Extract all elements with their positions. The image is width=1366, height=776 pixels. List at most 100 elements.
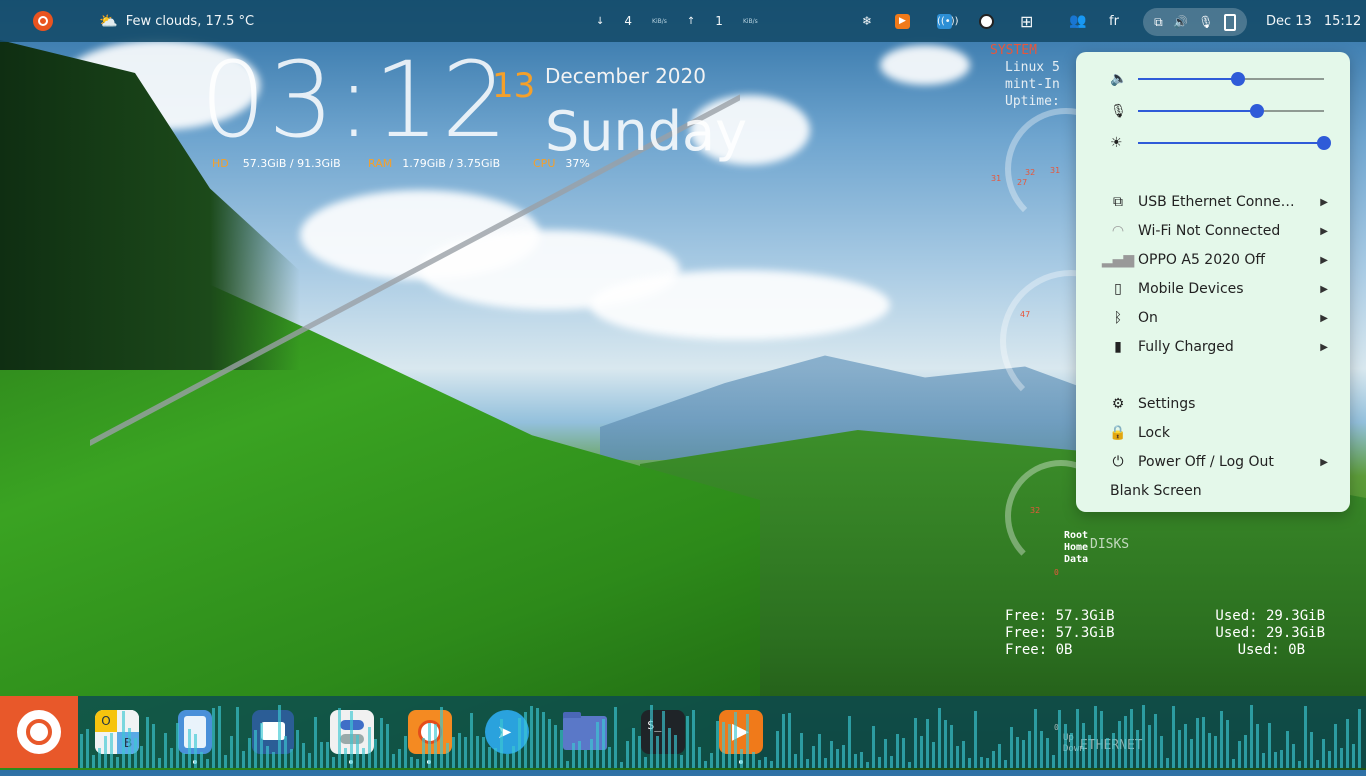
visualizer-bar [968, 758, 971, 768]
temp-value: 27 [1017, 178, 1028, 187]
clock-desklet-month-year: December 2020 [545, 64, 706, 88]
microphone-icon: 🎙 [1198, 15, 1214, 29]
visualizer-bar [104, 736, 107, 768]
visualizer-bar [248, 738, 251, 768]
visualizer-bar [152, 724, 155, 768]
visualizer-bar [98, 748, 101, 768]
visualizer-bar [482, 737, 485, 768]
ram-label: RAM [368, 157, 393, 170]
menu-item-bluetooth[interactable]: ᛒ On ▶ [1110, 307, 1328, 329]
visualizer-bar [548, 719, 551, 768]
snowflake-icon[interactable]: ❄ [862, 0, 872, 42]
disk-row: Free: 57.3GiB Used: 29.3GiB [1005, 625, 1325, 642]
mic-slider-row[interactable]: 🎙 [1110, 101, 1127, 121]
volume-slider-fill [1138, 78, 1239, 80]
radio-tray-icon[interactable]: ((•)) [937, 0, 959, 42]
visualizer-bar [488, 747, 491, 768]
mic-slider-knob[interactable] [1250, 104, 1265, 118]
visualizer-bar [1112, 733, 1115, 768]
brightness-slider-row[interactable]: ☀ [1110, 133, 1123, 153]
visualizer-bar [758, 760, 761, 768]
visualizer-bar [212, 708, 215, 768]
visualizer-bar [350, 711, 353, 768]
dock-screenshot-app[interactable] [252, 710, 294, 754]
visualizer-bar [1028, 731, 1031, 768]
visualizer-bar [170, 748, 173, 768]
menu-item-settings[interactable]: ⚙ Settings [1110, 393, 1328, 415]
cpu-value: 37% [565, 157, 590, 170]
system-status-area[interactable]: ⧉ 🔊 🎙 [1143, 8, 1247, 36]
alarm-clock-icon[interactable] [979, 0, 994, 42]
menu-item-wifi[interactable]: ◠ Wi-Fi Not Connected ▶ [1110, 220, 1328, 242]
mobile-devices-icon: ▯ [1114, 281, 1122, 297]
visualizer-bar [230, 736, 233, 768]
visualizer-bar [608, 747, 611, 768]
ubuntu-icon [33, 11, 53, 31]
dock-telegram-app[interactable]: ➤ [485, 710, 529, 754]
visualizer-bar [962, 741, 965, 768]
keyboard-layout[interactable]: fr [1109, 0, 1119, 42]
temp-value: 47 [1020, 310, 1031, 319]
system-title: SYSTEM [990, 43, 1037, 58]
volume-slider-row[interactable]: 🔈 [1110, 69, 1127, 89]
dock-files-app[interactable] [563, 712, 607, 750]
media-player-tray-icon[interactable]: ▶ [895, 0, 910, 42]
menu-item-blank-screen[interactable]: Blank Screen [1110, 480, 1328, 502]
visualizer-bar [428, 723, 431, 768]
visualizer-bar [536, 708, 539, 768]
weather-applet[interactable]: ⛅ Few clouds, 17.5 °C [99, 0, 254, 42]
visualizer-bar [326, 742, 329, 768]
menu-item-lock[interactable]: 🔒 Lock [1109, 422, 1328, 444]
gear-icon: ⚙ [1111, 396, 1125, 412]
menu-item-power[interactable]: ⏻ Power Off / Log Out ▶ [1110, 451, 1328, 473]
dock-menu-button[interactable] [0, 696, 78, 768]
visualizer-bar [1052, 755, 1055, 768]
visualizer-bar [1070, 733, 1073, 768]
disk-usage-table: Free: 57.3GiB Used: 29.3GiB Free: 57.3Gi… [1005, 608, 1325, 659]
dock-office-app[interactable]: O B [95, 710, 139, 754]
power-icon: ⏻ [1112, 454, 1124, 470]
visualizer-bar [1094, 706, 1097, 768]
disk-free: Free: 57.3GiB [1005, 625, 1115, 641]
visualizer-bar [140, 746, 143, 768]
visualizer-bar [842, 745, 845, 768]
menu-item-mobile-broadband[interactable]: ▂▄▆ OPPO A5 2020 Off ▶ [1102, 249, 1328, 271]
mic-slider[interactable] [1138, 104, 1324, 118]
workspace-grid-icon[interactable]: ⊞ [1020, 0, 1033, 42]
visualizer-bar [788, 713, 791, 768]
brightness-slider-knob[interactable] [1317, 136, 1331, 150]
submenu-arrow-icon: ▶ [1320, 312, 1328, 324]
volume-slider-knob[interactable] [1231, 72, 1246, 86]
brightness-slider[interactable] [1138, 136, 1331, 150]
visualizer-bar [806, 759, 809, 768]
visualizer-bar [1262, 753, 1265, 768]
datetime-applet[interactable]: Dec 13 15:12 [1266, 0, 1361, 42]
menu-button[interactable] [33, 0, 53, 42]
menu-item-mobile-devices[interactable]: ▯ Mobile Devices ▶ [1110, 278, 1328, 300]
disk-free: Free: 57.3GiB [1005, 608, 1115, 624]
visualizer-bar [644, 757, 647, 768]
visualizer-bar [1190, 739, 1193, 768]
menu-item-battery[interactable]: ▮ Fully Charged ▶ [1110, 336, 1328, 358]
dock-media-player-app[interactable]: ▶ [719, 710, 763, 754]
visualizer-bar [146, 717, 149, 768]
disk-row: Free: 57.3GiB Used: 29.3GiB [1005, 608, 1325, 625]
visualizer-bar [728, 724, 731, 768]
people-icon[interactable]: 👥 [1069, 0, 1086, 42]
visualizer-bar [1184, 724, 1187, 768]
submenu-arrow-icon: ▶ [1320, 254, 1328, 266]
visualizer-bar [1238, 741, 1241, 768]
cpu-stat: CPU 37% [533, 157, 590, 170]
menu-item-ethernet[interactable]: ⧉ USB Ethernet Conne… ▶ [1110, 191, 1328, 213]
visualizer-bar [692, 710, 695, 768]
disk-row: Free: 0B Used: 0B [1005, 642, 1305, 659]
visualizer-bar [254, 730, 257, 768]
netspeed-applet[interactable]: ↓ 4 KiB/s ↑ 1 KiB/s [596, 0, 758, 42]
time-text: 15:12 [1323, 13, 1362, 29]
visualizer-bar [878, 757, 881, 768]
volume-slider[interactable] [1138, 72, 1324, 86]
visualizer-bar [1334, 724, 1337, 768]
visualizer-bar [896, 734, 899, 768]
visualizer-bar [128, 728, 131, 768]
visualizer-bar [974, 711, 977, 768]
